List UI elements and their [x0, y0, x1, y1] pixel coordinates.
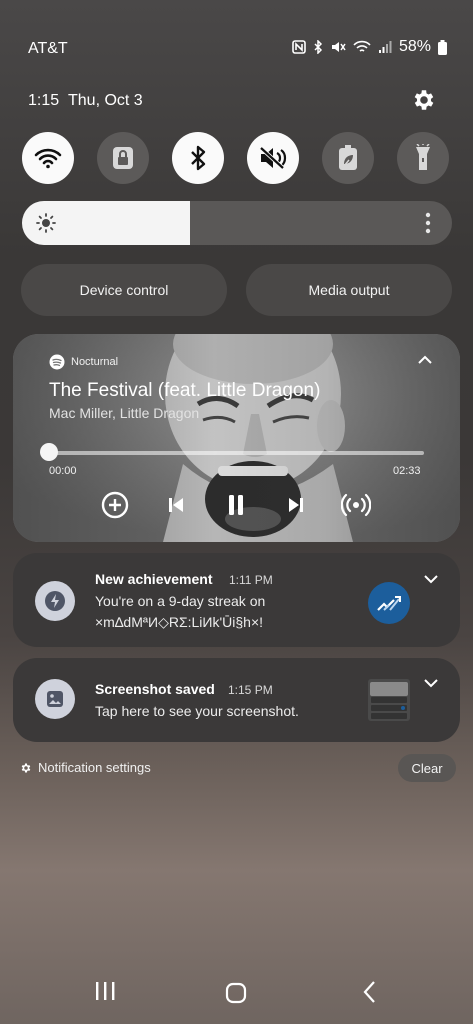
- device-control-button[interactable]: Device control: [21, 264, 227, 316]
- app-icon: [35, 679, 75, 719]
- gear-icon: [21, 763, 31, 772]
- carrier-label: AT&T: [28, 40, 68, 57]
- wifi-status-icon: [353, 40, 371, 52]
- spotify-icon: [49, 354, 65, 370]
- power-saving-toggle[interactable]: [322, 132, 374, 184]
- flashlight-toggle[interactable]: [397, 132, 449, 184]
- signal-icon: [378, 41, 392, 53]
- clock: 1:15: [28, 92, 60, 109]
- chevron-down-icon[interactable]: [423, 573, 439, 585]
- notification-settings-label: Notification settings: [38, 760, 151, 775]
- notification-title: New achievement: [95, 571, 213, 587]
- bluetooth-icon: [191, 145, 206, 171]
- previous-track-button[interactable]: [161, 490, 191, 520]
- broadcast-icon: [341, 493, 371, 517]
- notification-card-screenshot[interactable]: Screenshot saved 1:15 PM Tap here to see…: [13, 658, 460, 742]
- image-icon: [47, 691, 63, 707]
- media-app-name: Nocturnal: [71, 356, 119, 368]
- skip-next-icon: [289, 498, 303, 512]
- notification-body: You're on a 9-day streak on ×m∆dMªИ◇RΣ:L…: [95, 591, 265, 633]
- notification-settings-link[interactable]: Notification settings: [20, 760, 151, 775]
- date[interactable]: Thu, Oct 3: [68, 92, 143, 110]
- notification-title: Screenshot saved: [95, 681, 215, 697]
- pause-icon: [229, 495, 243, 515]
- add-to-library-button[interactable]: [100, 490, 130, 520]
- clear-button[interactable]: Clear: [398, 754, 456, 782]
- wifi-toggle[interactable]: [22, 132, 74, 184]
- notification-body-line-2: ×m∆dMªИ◇RΣ:LiИk'Ūi§h×!: [95, 614, 264, 630]
- sound-mute-toggle[interactable]: [247, 132, 299, 184]
- track-title: The Festival (feat. Little Dragon): [49, 380, 321, 401]
- settings-gear-icon[interactable]: [411, 87, 437, 113]
- elapsed-time: 00:00: [49, 465, 77, 477]
- track-duration: 02:33: [393, 465, 421, 477]
- mute-icon: [259, 146, 287, 170]
- brightness-slider[interactable]: [22, 201, 452, 245]
- notification-body-line-1: You're on a 9-day streak on: [95, 593, 266, 609]
- home-icon[interactable]: [225, 982, 247, 1004]
- mute-status-icon: [331, 42, 346, 52]
- notification-time: 1:15 PM: [228, 683, 273, 697]
- lock-icon: [113, 147, 133, 169]
- notification-card-achievement[interactable]: New achievement 1:11 PM You're on a 9-da…: [13, 553, 460, 647]
- chevron-up-icon[interactable]: [417, 354, 433, 366]
- app-icon: [35, 581, 75, 621]
- media-output-button[interactable]: Media output: [246, 264, 452, 316]
- more-options-icon[interactable]: [425, 212, 431, 234]
- seek-bar[interactable]: [49, 451, 424, 455]
- flashlight-icon: [416, 144, 430, 170]
- rotation-lock-toggle[interactable]: [97, 132, 149, 184]
- leaf-battery-icon: [339, 145, 357, 170]
- media-player-card[interactable]: Nocturnal The Festival (feat. Little Dra…: [13, 334, 460, 542]
- battery-icon: [438, 39, 447, 55]
- streak-badge-icon: [368, 582, 410, 624]
- notification-time: 1:11 PM: [229, 573, 273, 587]
- sun-icon: [36, 213, 56, 233]
- bluetooth-toggle[interactable]: [172, 132, 224, 184]
- bolt-icon: [45, 591, 65, 611]
- notification-body: Tap here to see your screenshot.: [95, 703, 299, 719]
- chevron-down-icon[interactable]: [423, 677, 439, 689]
- cast-button[interactable]: [341, 490, 371, 520]
- wifi-icon: [34, 148, 62, 169]
- plus-circle-icon: [101, 491, 129, 519]
- pause-button[interactable]: [221, 490, 251, 520]
- battery-percent: 58%: [398, 38, 431, 55]
- skip-previous-icon: [169, 498, 183, 512]
- recent-apps-icon[interactable]: [94, 980, 116, 1002]
- seek-knob[interactable]: [40, 443, 58, 461]
- next-track-button[interactable]: [281, 490, 311, 520]
- track-artist: Mac Miller, Little Dragon: [49, 405, 200, 421]
- back-icon[interactable]: [362, 980, 378, 1004]
- nfc-icon: [292, 40, 306, 54]
- screenshot-thumbnail[interactable]: [368, 679, 410, 721]
- bluetooth-status-icon: [314, 40, 323, 54]
- status-icons: 58%: [292, 38, 447, 56]
